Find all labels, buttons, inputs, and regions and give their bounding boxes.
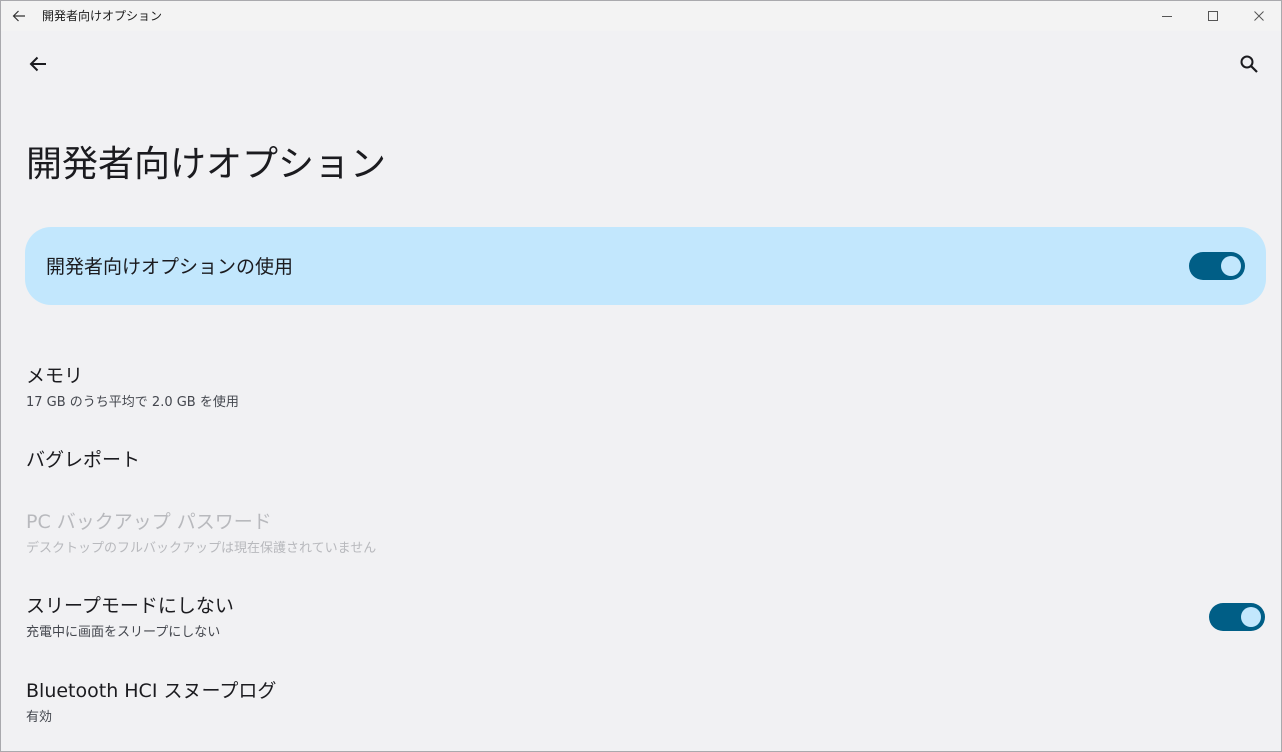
- search-icon: [1240, 55, 1258, 73]
- list-item-stay-awake[interactable]: スリープモードにしない 充電中に画面をスリープにしない: [1, 591, 1281, 651]
- search-button[interactable]: [1234, 49, 1264, 79]
- window-title: 開発者向けオプション: [42, 9, 163, 23]
- maximize-button[interactable]: [1190, 1, 1236, 31]
- titlebar-back-button[interactable]: [9, 6, 29, 26]
- list-item-subtitle: 充電中に画面をスリープにしない: [26, 625, 221, 640]
- switch-thumb: [1241, 607, 1261, 627]
- app-window: 開発者向けオプション 開発者向けオプション 開発者向けオプションの使用 メモリ …: [0, 0, 1282, 752]
- arrow-left-icon: [29, 56, 46, 72]
- minimize-button[interactable]: [1144, 1, 1190, 31]
- list-item-memory[interactable]: メモリ 17 GB のうち平均で 2.0 GB を使用: [1, 361, 1281, 421]
- close-button[interactable]: [1236, 1, 1281, 31]
- back-button[interactable]: [23, 49, 53, 79]
- close-icon: [1254, 11, 1264, 21]
- title-bar: 開発者向けオプション: [1, 1, 1281, 31]
- maximize-icon: [1208, 11, 1218, 21]
- list-item-title: スリープモードにしない: [26, 595, 234, 617]
- minimize-icon: [1162, 16, 1172, 17]
- stay-awake-toggle[interactable]: [1209, 603, 1265, 631]
- developer-options-toggle[interactable]: [1189, 252, 1245, 280]
- arrow-left-icon: [12, 10, 25, 22]
- list-item-bluetooth-hci-snoop-log[interactable]: Bluetooth HCI スヌープログ 有効: [1, 676, 1281, 736]
- main-switch-label: 開発者向けオプションの使用: [46, 256, 294, 278]
- list-item-subtitle: 17 GB のうち平均で 2.0 GB を使用: [26, 395, 239, 410]
- list-item-title: Bluetooth HCI スヌープログ: [26, 680, 277, 702]
- list-item-subtitle: 有効: [26, 710, 53, 725]
- switch-thumb: [1221, 256, 1241, 276]
- list-item-pc-backup-password: PC バックアップ パスワード デスクトップのフルバックアップは現在保護されてい…: [1, 507, 1281, 567]
- main-switch-card[interactable]: 開発者向けオプションの使用: [25, 227, 1266, 305]
- list-item-bug-report[interactable]: バグレポート: [1, 441, 1281, 485]
- list-item-subtitle: デスクトップのフルバックアップは現在保護されていません: [26, 541, 377, 556]
- list-item-title: PC バックアップ パスワード: [26, 511, 272, 533]
- list-item-title: バグレポート: [26, 449, 141, 471]
- page-title: 開発者向けオプション: [26, 144, 387, 185]
- list-item-title: メモリ: [26, 365, 84, 387]
